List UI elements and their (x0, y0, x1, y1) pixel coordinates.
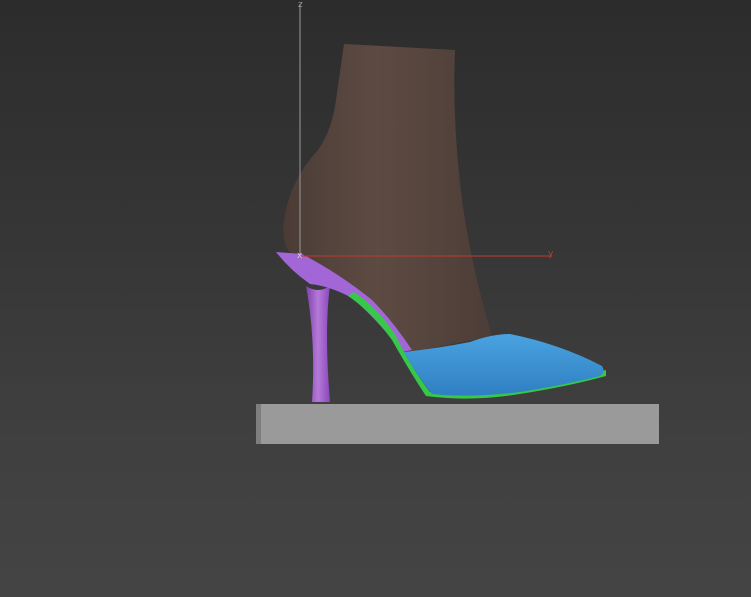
ground-plane-side (256, 404, 261, 444)
x-axis-label: x (297, 251, 303, 261)
3d-viewport[interactable]: z y x (0, 0, 751, 597)
ground-plane[interactable] (256, 404, 659, 444)
heel-stiletto (306, 286, 330, 402)
z-axis-label: z (298, 0, 303, 10)
y-axis-label: y (548, 249, 554, 259)
viewport-canvas[interactable]: z y x (0, 0, 751, 597)
ground-plane-front (256, 404, 659, 444)
